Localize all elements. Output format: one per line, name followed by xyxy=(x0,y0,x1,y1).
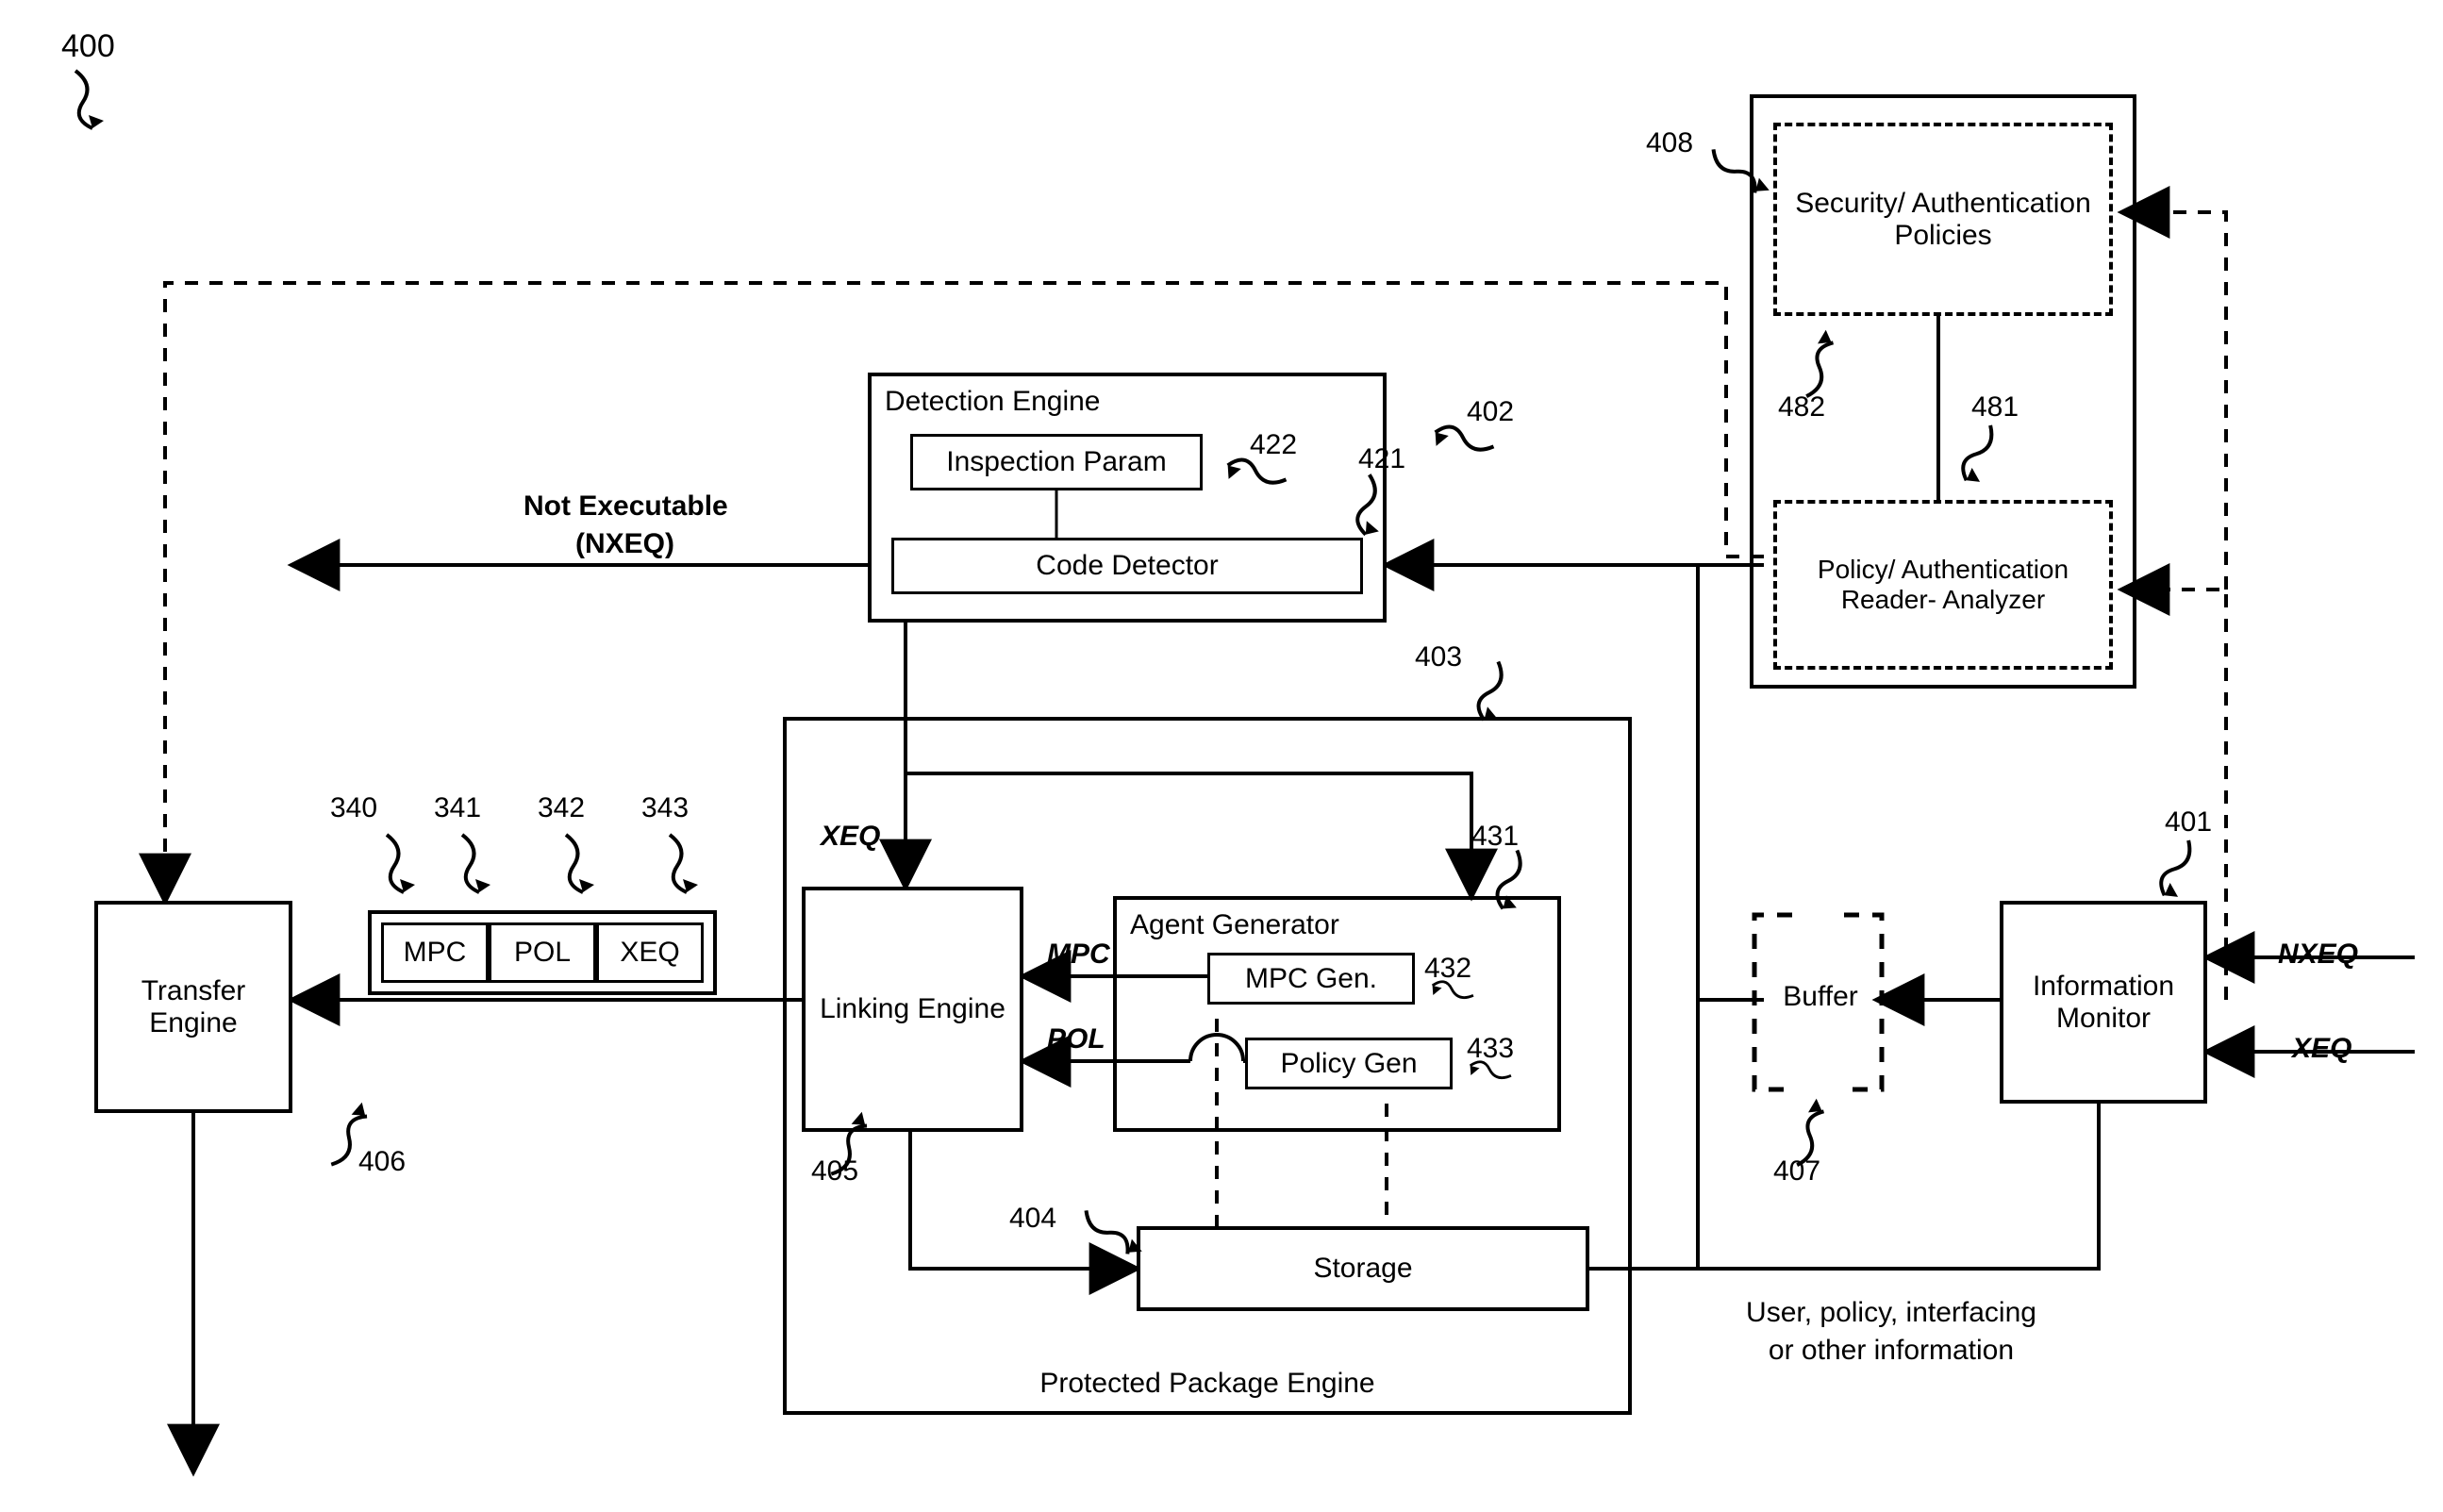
buffer-label: Buffer xyxy=(1754,981,1886,1014)
edge-nxeq-in: NXEQ xyxy=(2278,939,2358,972)
policy-reader-analyzer-block: Policy/ Authentication Reader- Analyzer xyxy=(1773,500,2113,670)
user-note-1: User, policy, interfacing xyxy=(1688,1297,2094,1330)
linking-engine-block: Linking Engine xyxy=(802,887,1023,1132)
ref-403: 403 xyxy=(1415,641,1462,674)
agent-generator-title: Agent Generator xyxy=(1130,909,1339,941)
transfer-engine-block: Transfer Engine xyxy=(94,901,292,1113)
ref-405: 405 xyxy=(811,1155,858,1188)
edge-not-executable-2: (NXEQ) xyxy=(575,528,674,561)
detection-engine-title: Detection Engine xyxy=(885,386,1101,418)
transfer-engine-label: Transfer Engine xyxy=(98,975,289,1039)
ref-407: 407 xyxy=(1773,1155,1820,1188)
user-note-2: or other information xyxy=(1688,1335,2094,1368)
ref-422: 422 xyxy=(1250,429,1297,462)
code-detector-block: Code Detector xyxy=(891,538,1363,594)
protected-package-engine-title: Protected Package Engine xyxy=(783,1368,1632,1401)
edge-mpc: MPC xyxy=(1047,939,1110,972)
ref-404: 404 xyxy=(1009,1203,1056,1236)
ref-408: 408 xyxy=(1646,127,1693,160)
ref-343-pointer xyxy=(660,830,726,896)
rack-cell-mpc: MPC xyxy=(381,922,489,983)
ref-342-pointer xyxy=(557,830,623,896)
policy-gen-block: Policy Gen xyxy=(1245,1038,1453,1089)
edge-xeq-into-linking: XEQ xyxy=(821,821,880,854)
ref-343: 343 xyxy=(641,792,689,825)
ref-482: 482 xyxy=(1778,391,1825,424)
inspection-param-block: Inspection Param xyxy=(910,434,1203,490)
ref-406: 406 xyxy=(358,1146,406,1179)
ref-433: 433 xyxy=(1467,1033,1514,1066)
policy-gen-label: Policy Gen xyxy=(1248,1048,1450,1080)
ref-340-pointer xyxy=(377,830,443,896)
information-monitor-label: Information Monitor xyxy=(2003,971,2203,1035)
ref-402: 402 xyxy=(1467,396,1514,429)
figure-ref-pointer xyxy=(66,66,132,132)
mpc-gen-block: MPC Gen. xyxy=(1207,953,1415,1005)
figure-ref: 400 xyxy=(61,28,115,65)
policy-reader-analyzer-label: Policy/ Authentication Reader- Analyzer xyxy=(1777,555,2109,615)
code-detector-label: Code Detector xyxy=(894,550,1360,582)
edge-not-executable-1: Not Executable xyxy=(524,490,728,523)
diagram-stage: 400 Transfer Engine Not Executable (NXEQ… xyxy=(0,0,2443,1512)
mpc-gen-label: MPC Gen. xyxy=(1210,963,1412,995)
storage-block: Storage xyxy=(1137,1226,1589,1311)
ref-341: 341 xyxy=(434,792,481,825)
inspection-param-label: Inspection Param xyxy=(913,446,1200,478)
ref-340: 340 xyxy=(330,792,377,825)
rack-mpc-label: MPC xyxy=(384,937,486,969)
rack-cell-xeq: XEQ xyxy=(596,922,704,983)
ref-342: 342 xyxy=(538,792,585,825)
linking-engine-label: Linking Engine xyxy=(806,993,1020,1025)
ref-341-pointer xyxy=(453,830,519,896)
edge-xeq-in: XEQ xyxy=(2292,1033,2352,1066)
storage-label: Storage xyxy=(1140,1253,1586,1285)
security-auth-policies-block: Security/ Authentication Policies xyxy=(1773,123,2113,316)
rack-pol-label: POL xyxy=(491,937,593,969)
ref-421: 421 xyxy=(1358,443,1405,476)
agent-generator-block: Agent Generator xyxy=(1113,896,1561,1132)
edge-pol: POL xyxy=(1047,1023,1105,1056)
rack-cell-pol: POL xyxy=(489,922,596,983)
security-auth-policies-label: Security/ Authentication Policies xyxy=(1777,188,2109,252)
ref-401: 401 xyxy=(2165,806,2212,839)
ref-481: 481 xyxy=(1971,391,2019,424)
rack-xeq-label: XEQ xyxy=(599,937,701,969)
ref-431: 431 xyxy=(1471,821,1519,854)
ref-432: 432 xyxy=(1424,953,1471,986)
information-monitor-block: Information Monitor xyxy=(2000,901,2207,1104)
